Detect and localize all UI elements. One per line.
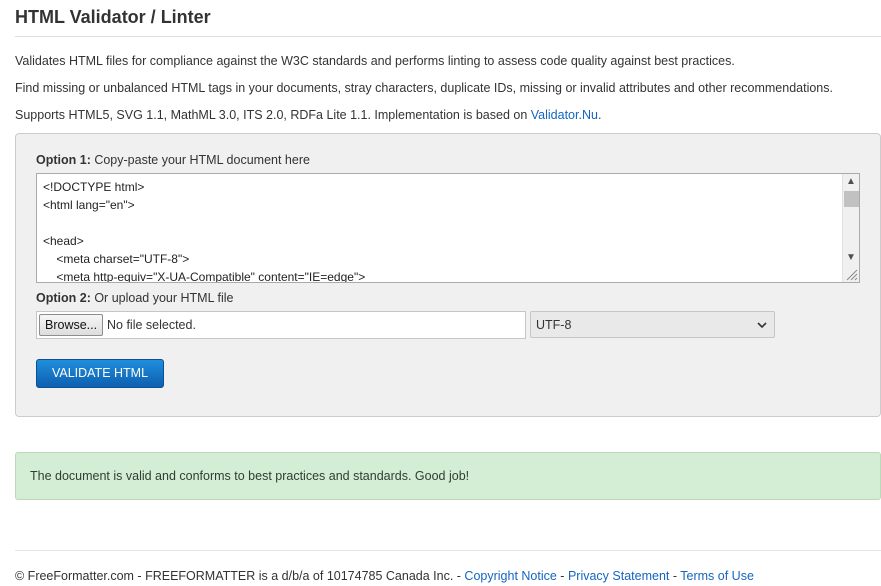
resize-grip-icon[interactable]: [844, 267, 858, 281]
footer-text: © FreeFormatter.com - FREEFORMATTER is a…: [15, 569, 465, 583]
footer-separator-1: -: [556, 569, 568, 583]
description-line-3: Supports HTML5, SVG 1.1, MathML 3.0, ITS…: [15, 108, 601, 122]
scroll-down-arrow-icon[interactable]: ▼: [843, 250, 859, 266]
scrollbar-thumb[interactable]: [844, 191, 859, 207]
scroll-up-arrow-icon[interactable]: ▲: [843, 174, 859, 190]
footer: © FreeFormatter.com - FREEFORMATTER is a…: [15, 569, 754, 583]
encoding-selected-value: UTF-8: [536, 318, 572, 332]
option1-label-text: Copy-paste your HTML document here: [90, 153, 310, 167]
textarea-scrollbar[interactable]: ▲ ▼: [842, 174, 859, 282]
file-upload-input[interactable]: Browse... No file selected.: [36, 311, 526, 339]
description-line-3-text: Supports HTML5, SVG 1.1, MathML 3.0, ITS…: [15, 108, 531, 122]
option1-label: Option 1: Copy-paste your HTML document …: [36, 153, 310, 167]
description-line-1: Validates HTML files for compliance agai…: [15, 54, 735, 68]
html-input-textarea[interactable]: <!DOCTYPE html> <html lang="en"> <head> …: [36, 173, 860, 283]
validator-form-panel: Option 1: Copy-paste your HTML document …: [15, 133, 881, 417]
description-line-2: Find missing or unbalanced HTML tags in …: [15, 81, 833, 95]
terms-of-use-link[interactable]: Terms of Use: [680, 569, 754, 583]
option2-label-strong: Option 2:: [36, 291, 91, 305]
page-title: HTML Validator / Linter: [15, 7, 211, 27]
validator-nu-link[interactable]: Validator.Nu: [531, 108, 598, 122]
validation-result-banner: The document is valid and conforms to be…: [15, 452, 881, 500]
file-status-text: No file selected.: [107, 318, 196, 332]
validate-html-button[interactable]: VALIDATE HTML: [36, 359, 164, 388]
footer-separator-2: -: [669, 569, 681, 583]
privacy-statement-link[interactable]: Privacy Statement: [568, 569, 669, 583]
validation-result-message: The document is valid and conforms to be…: [30, 469, 470, 483]
encoding-select[interactable]: UTF-8: [530, 311, 775, 338]
html-input-content[interactable]: <!DOCTYPE html> <html lang="en"> <head> …: [43, 178, 839, 282]
description-line-3-suffix: .: [597, 108, 602, 122]
option2-label: Option 2: Or upload your HTML file: [36, 291, 234, 305]
copyright-notice-link[interactable]: Copyright Notice: [464, 569, 556, 583]
page: HTML Validator / Linter Validates HTML f…: [0, 0, 881, 586]
chevron-down-icon: [757, 322, 767, 329]
option2-label-text: Or upload your HTML file: [90, 291, 234, 305]
browse-button[interactable]: Browse...: [39, 314, 104, 336]
title-divider: [15, 36, 881, 37]
footer-divider: [15, 550, 881, 551]
option1-label-strong: Option 1:: [36, 153, 91, 167]
